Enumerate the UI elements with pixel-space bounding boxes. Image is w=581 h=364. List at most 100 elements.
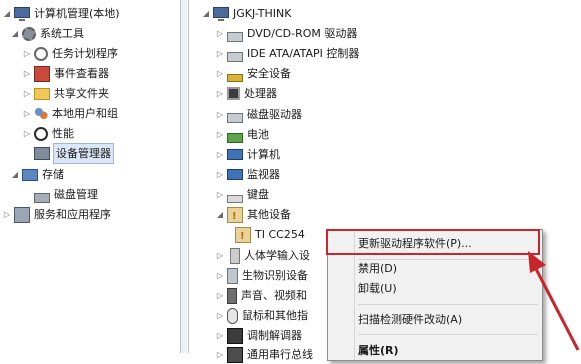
tree-item-computer-management[interactable]: ◢ 计算机管理(本地) bbox=[2, 4, 120, 23]
collapse-arrow-icon[interactable]: ◢ bbox=[215, 205, 225, 224]
tree-item-storage[interactable]: ◢ 存储 bbox=[10, 165, 64, 184]
tree-item-label: 安全设备 bbox=[247, 67, 291, 80]
computer-icon bbox=[227, 149, 243, 160]
tree-item-processors[interactable]: ▷ 处理器 bbox=[215, 84, 277, 103]
expand-arrow-icon[interactable]: ▷ bbox=[22, 104, 32, 123]
tree-item-label: 处理器 bbox=[244, 87, 277, 100]
expand-arrow-icon[interactable]: ▷ bbox=[215, 345, 225, 364]
expand-arrow-icon[interactable]: ▷ bbox=[215, 125, 225, 144]
processor-icon bbox=[227, 87, 240, 100]
tree-item-dvd[interactable]: ▷ DVD/CD-ROM 驱动器 bbox=[215, 24, 357, 43]
menu-item-properties[interactable]: 属性(R) bbox=[358, 340, 399, 362]
tree-item-disk-drives[interactable]: ▷ 磁盘驱动器 bbox=[215, 105, 302, 124]
tree-item-biometric[interactable]: ▷ 生物识别设备 bbox=[215, 266, 308, 285]
tree-item-label: 通用串行总线 bbox=[247, 348, 313, 361]
menu-item-scan-hardware[interactable]: 扫描检测硬件改动(A) bbox=[358, 309, 462, 331]
tree-item-task-scheduler[interactable]: ▷ 任务计划程序 bbox=[22, 44, 118, 63]
expand-arrow-icon[interactable]: ▷ bbox=[215, 286, 225, 305]
tree-item-keyboards[interactable]: ▷ 键盘 bbox=[215, 185, 269, 204]
tree-item-device-manager[interactable]: 设备管理器 bbox=[22, 143, 114, 164]
expand-arrow-icon[interactable]: ▷ bbox=[22, 124, 32, 143]
tree-item-label: 鼠标和其他指 bbox=[242, 309, 308, 322]
key-icon bbox=[227, 73, 243, 82]
tree-item-label: 性能 bbox=[52, 127, 74, 140]
tree-item-label: 调制解调器 bbox=[247, 329, 302, 342]
performance-icon bbox=[34, 126, 48, 141]
tree-item-label: 服务和应用程序 bbox=[34, 208, 111, 221]
tree-item-usb[interactable]: ▷ 通用串行总线 bbox=[215, 345, 313, 364]
tree-item-system-tools[interactable]: ◢ 系统工具 bbox=[10, 24, 84, 43]
biometric-icon bbox=[227, 267, 238, 284]
tree-item-label: 计算机 bbox=[247, 148, 280, 161]
tree-item-batteries[interactable]: ▷ 电池 bbox=[215, 125, 269, 144]
expand-arrow-icon[interactable]: ▷ bbox=[215, 306, 225, 325]
expand-arrow-icon[interactable]: ▷ bbox=[215, 185, 225, 204]
tree-item-label: 设备管理器 bbox=[53, 143, 114, 164]
tree-item-sound-video[interactable]: ▷ 声音、视频和 bbox=[215, 286, 307, 305]
tree-item-label: 磁盘管理 bbox=[54, 188, 98, 201]
tree-item-modems[interactable]: ▷ 调制解调器 bbox=[215, 326, 302, 345]
tree-item-performance[interactable]: ▷ 性能 bbox=[22, 124, 74, 143]
tree-item-label: 本地用户和组 bbox=[52, 107, 118, 120]
expand-arrow-icon[interactable]: ▷ bbox=[215, 165, 225, 184]
clock-icon bbox=[34, 46, 48, 61]
tree-item-monitors[interactable]: ▷ 监视器 bbox=[215, 165, 280, 184]
tree-item-ide[interactable]: ▷ IDE ATA/ATAPI 控制器 bbox=[215, 44, 359, 63]
collapse-arrow-icon[interactable]: ◢ bbox=[10, 165, 20, 184]
expand-arrow-icon[interactable]: ▷ bbox=[215, 145, 225, 164]
disk-drive-icon bbox=[227, 112, 243, 123]
menu-separator bbox=[358, 334, 538, 335]
collapse-arrow-icon[interactable]: ◢ bbox=[2, 4, 12, 23]
tree-item-hid[interactable]: ▷ 人体学输入设 bbox=[215, 246, 310, 265]
tree-item-security-devices[interactable]: ▷ 安全设备 bbox=[215, 64, 291, 83]
tree-item-label: 存储 bbox=[42, 168, 64, 181]
modem-icon bbox=[227, 327, 243, 344]
tree-item-local-users-groups[interactable]: ▷ 本地用户和组 bbox=[22, 104, 118, 123]
expand-arrow-icon[interactable]: ▷ bbox=[215, 24, 225, 43]
collapse-arrow-icon[interactable]: ◢ bbox=[201, 4, 211, 23]
expand-arrow-icon[interactable]: ▷ bbox=[215, 266, 225, 285]
tree-item-label: DVD/CD-ROM 驱动器 bbox=[247, 27, 358, 40]
tree-item-services-apps[interactable]: ▷ 服务和应用程序 bbox=[2, 205, 111, 224]
expand-arrow-icon[interactable]: ▷ bbox=[22, 44, 32, 63]
tree-item-shared-folders[interactable]: ▷ 共享文件夹 bbox=[22, 84, 109, 103]
menu-item-uninstall[interactable]: 卸载(U) bbox=[358, 278, 397, 300]
tree-item-label: IDE ATA/ATAPI 控制器 bbox=[247, 47, 360, 60]
expand-arrow-icon[interactable]: ▷ bbox=[215, 64, 225, 83]
tree-item-ti-cc254[interactable]: TI CC254 bbox=[233, 225, 305, 246]
tree-item-label: 监视器 bbox=[247, 168, 280, 181]
expand-arrow-icon[interactable]: ▷ bbox=[2, 205, 12, 224]
collapse-arrow-icon[interactable]: ◢ bbox=[10, 24, 20, 43]
expand-arrow-icon[interactable]: ▷ bbox=[215, 105, 225, 124]
tree-item-label: 共享文件夹 bbox=[54, 87, 109, 100]
expand-arrow-icon[interactable]: ▷ bbox=[22, 84, 32, 103]
tree-item-event-viewer[interactable]: ▷ 事件查看器 bbox=[22, 64, 109, 83]
tree-item-other-devices[interactable]: ◢ 其他设备 bbox=[215, 205, 291, 226]
highlight-box bbox=[326, 229, 540, 255]
computer-icon bbox=[213, 7, 229, 21]
tree-item-label: 键盘 bbox=[247, 188, 269, 201]
users-icon bbox=[34, 106, 48, 121]
tree-item-label: 系统工具 bbox=[40, 27, 84, 40]
expand-arrow-icon[interactable]: ▷ bbox=[215, 246, 225, 265]
expand-arrow-icon[interactable]: ▷ bbox=[215, 326, 225, 345]
tree-item-mice[interactable]: ▷ 鼠标和其他指 bbox=[215, 306, 308, 325]
menu-item-disable[interactable]: 禁用(D) bbox=[358, 258, 397, 280]
ide-controller-icon bbox=[227, 51, 243, 62]
folder-icon bbox=[34, 87, 50, 100]
expand-arrow-icon[interactable]: ▷ bbox=[215, 44, 225, 63]
expand-arrow-icon[interactable]: ▷ bbox=[22, 64, 32, 83]
tree-item-label: TI CC254 bbox=[255, 228, 305, 241]
tree-item-label: JGKJ-THINK bbox=[233, 7, 292, 20]
expand-arrow-icon[interactable]: ▷ bbox=[215, 84, 225, 103]
hid-icon bbox=[230, 247, 240, 264]
disk-icon bbox=[34, 192, 50, 203]
tree-item-computer[interactable]: ▷ 计算机 bbox=[215, 145, 280, 164]
warning-device-icon bbox=[235, 226, 251, 246]
menu-separator bbox=[358, 304, 538, 305]
tree-item-label: 计算机管理(本地) bbox=[34, 7, 120, 20]
tree-item-disk-management[interactable]: 磁盘管理 bbox=[22, 185, 98, 204]
tree-item-computer-root[interactable]: ◢ JGKJ-THINK bbox=[201, 4, 291, 23]
tree-item-label: 生物识别设备 bbox=[242, 269, 308, 282]
pane-splitter[interactable] bbox=[181, 0, 187, 353]
